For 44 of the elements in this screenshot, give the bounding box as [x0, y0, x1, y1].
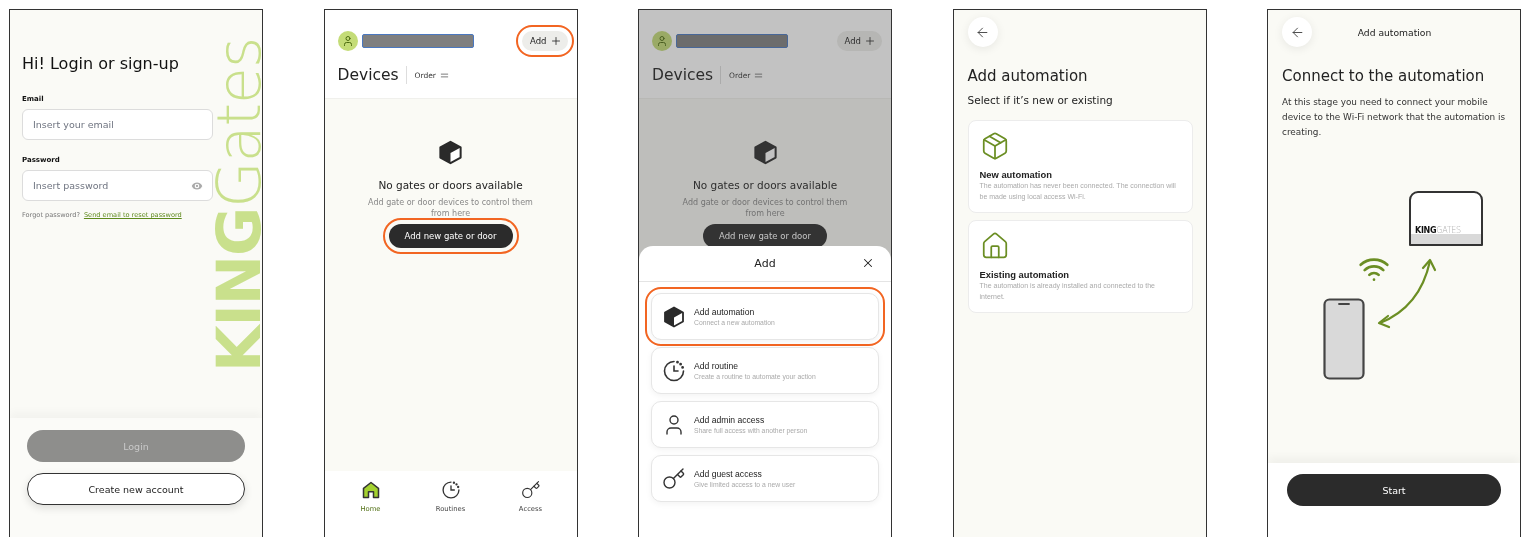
screen-title: Add automation [967, 67, 1089, 85]
cube-icon [437, 139, 464, 166]
header-title: Add automation [1356, 26, 1433, 38]
empty-state-text: Add gate or door devices to control them from here [367, 197, 534, 219]
item-title: Add admin access [694, 415, 766, 425]
empty-state-title: No gates or doors available [692, 179, 838, 191]
close-button[interactable] [861, 256, 875, 270]
home-icon [360, 480, 381, 500]
item-title: Add guest access [694, 469, 763, 479]
clock-icon [662, 358, 686, 383]
instructions-text: At this stage you need to connect your mobile device to the Wi-Fi network that the automation is creating. [1282, 96, 1507, 139]
add-gate-button[interactable]: Add new gate or door [703, 224, 827, 248]
key-icon [520, 480, 541, 500]
empty-state-title: No gates or doors available [378, 179, 523, 191]
create-account-button[interactable]: Create new account [27, 473, 245, 505]
screen-title: Hi! Login or sign-up [22, 54, 180, 73]
password-field[interactable]: Insert password [22, 170, 213, 201]
option-title: New automation [979, 169, 1052, 180]
screen-title: Devices [337, 66, 407, 84]
brand-watermark: KINGGates [217, 36, 262, 372]
eye-icon[interactable] [190, 179, 204, 193]
add-button[interactable]: Add [836, 31, 882, 51]
back-button[interactable] [967, 17, 998, 47]
empty-state-text: Add gate or door devices to control them from here [681, 197, 849, 219]
start-button[interactable]: Start [1287, 474, 1501, 506]
avatar[interactable] [652, 31, 672, 51]
item-title: Add automation [694, 307, 756, 317]
email-field[interactable]: Insert your email [22, 109, 213, 140]
avatar[interactable] [337, 31, 358, 51]
screen-title: Connect to the automation [1282, 67, 1486, 85]
close-icon [861, 256, 875, 270]
cube-icon [662, 304, 686, 329]
item-title: Add routine [694, 361, 739, 371]
plus-icon [864, 35, 876, 47]
screen-title: Devices [652, 66, 722, 84]
clock-icon [440, 480, 461, 500]
cube-icon [751, 139, 779, 166]
key-icon [662, 466, 686, 491]
option-title: Existing automation [979, 269, 1070, 280]
back-button[interactable] [1282, 17, 1312, 47]
sheet-title: Add [754, 257, 776, 270]
plus-icon [549, 35, 562, 47]
double-arrow-drawing [1376, 257, 1438, 329]
screen-subtitle: Select if it’s new or existing [967, 94, 1114, 106]
